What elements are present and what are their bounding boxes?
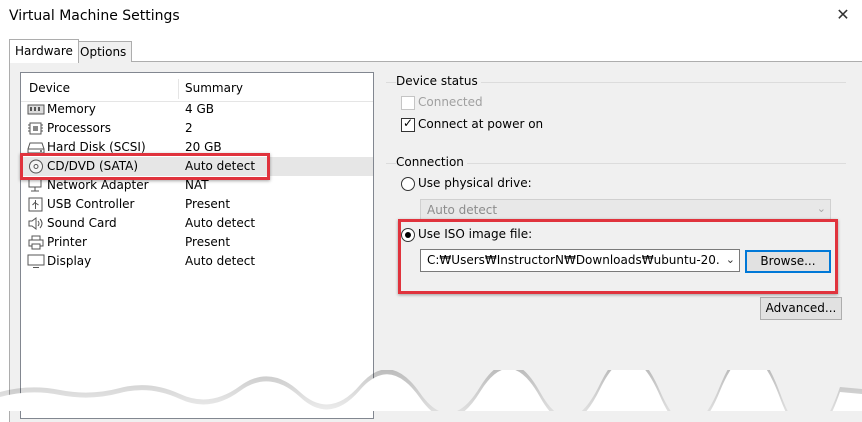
advanced-button[interactable]: Advanced... (760, 297, 842, 320)
device-list-header: Device Summary (21, 79, 373, 102)
printer-icon (28, 235, 44, 250)
device-summary: Auto detect (185, 216, 256, 230)
highlight-box-cd-dvd (20, 153, 270, 180)
device-row-display[interactable]: Display Auto detect (21, 252, 373, 271)
usb-icon (28, 197, 43, 212)
use-physical-drive-radio[interactable] (401, 177, 415, 191)
device-list[interactable]: Device Summary Memory 4 GB Processors 2 … (20, 72, 374, 419)
column-header-summary[interactable]: Summary (185, 81, 243, 95)
use-physical-drive-label: Use physical drive: (418, 176, 532, 190)
device-row-processors[interactable]: Processors 2 (21, 119, 373, 138)
tab-hardware[interactable]: Hardware (9, 39, 79, 63)
display-icon (27, 254, 45, 268)
device-name: Processors (47, 121, 112, 135)
device-row-usb-controller[interactable]: USB Controller Present (21, 195, 373, 214)
torn-edge-decoration (0, 370, 862, 411)
device-summary: 2 (185, 121, 193, 135)
checkmark-icon: ✓ (403, 116, 414, 130)
sound-card-icon (28, 217, 43, 230)
device-rows: Memory 4 GB Processors 2 Hard Disk (SCSI… (21, 100, 373, 271)
device-row-printer[interactable]: Printer Present (21, 233, 373, 252)
tab-options[interactable]: Options (74, 41, 133, 62)
device-summary: Auto detect (185, 254, 256, 268)
device-name: Sound Card (47, 216, 117, 230)
device-row-memory[interactable]: Memory 4 GB (21, 100, 373, 119)
close-icon: ✕ (836, 5, 850, 24)
connect-at-power-on-label: Connect at power on (418, 117, 544, 131)
physical-drive-value: Auto detect (427, 203, 498, 217)
close-button[interactable]: ✕ (832, 4, 854, 26)
device-name: Memory (47, 102, 96, 116)
device-summary: Present (185, 235, 231, 249)
device-row-sound-card[interactable]: Sound Card Auto detect (21, 214, 373, 233)
device-name: Printer (47, 235, 87, 249)
highlight-box-iso (398, 219, 838, 294)
column-header-device[interactable]: Device (29, 81, 70, 95)
connect-at-power-on-checkbox[interactable]: ✓ (401, 116, 415, 132)
connection-title: Connection (396, 155, 467, 169)
window-title: Virtual Machine Settings (9, 8, 180, 24)
device-summary: 4 GB (185, 102, 214, 116)
column-separator[interactable] (178, 79, 179, 99)
device-name: Display (47, 254, 92, 268)
memory-icon (27, 104, 45, 115)
physical-drive-select[interactable]: Auto detect ⌄ (420, 199, 831, 221)
connected-checkbox[interactable] (401, 96, 415, 110)
network-adapter-icon (28, 178, 42, 192)
device-summary: Present (185, 197, 231, 211)
device-name: USB Controller (47, 197, 135, 211)
device-status-title: Device status (396, 74, 481, 88)
processor-icon (28, 122, 43, 135)
chevron-down-icon: ⌄ (816, 202, 826, 215)
connected-label: Connected (418, 95, 483, 109)
